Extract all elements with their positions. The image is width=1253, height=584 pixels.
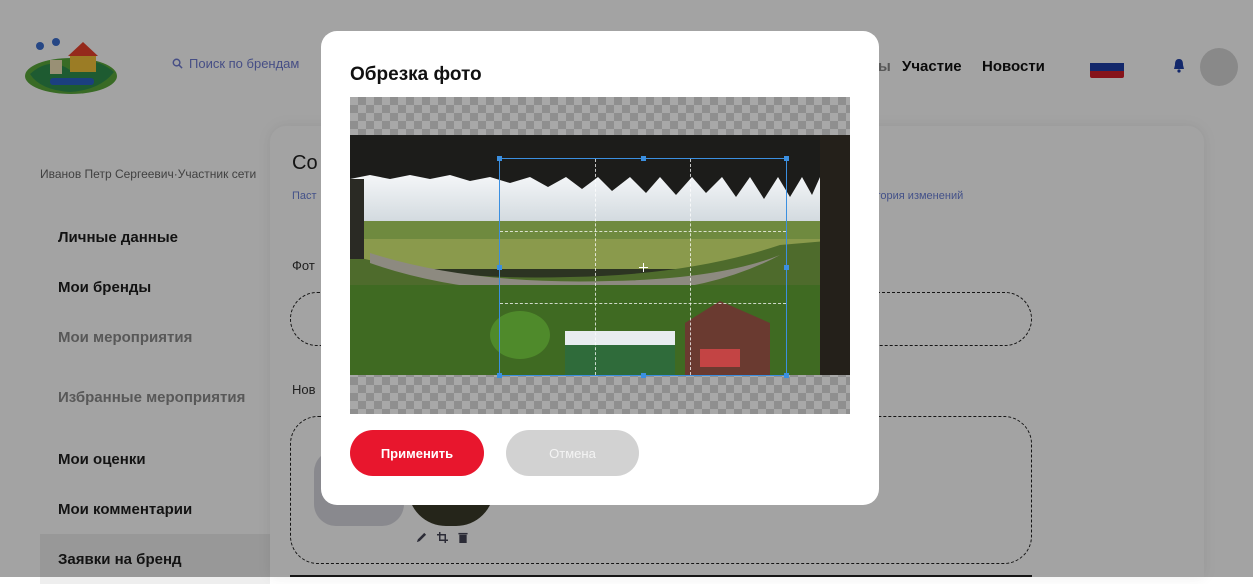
apply-button[interactable]: Применить [350, 430, 484, 476]
cancel-button[interactable]: Отмена [506, 430, 639, 476]
crop-handle-s[interactable] [641, 373, 646, 378]
crosshair-icon [639, 263, 648, 272]
crop-handle-n[interactable] [641, 156, 646, 161]
crop-handle-w[interactable] [497, 265, 502, 270]
crop-handle-sw[interactable] [497, 373, 502, 378]
modal-title: Обрезка фото [350, 64, 482, 85]
crop-handle-ne[interactable] [784, 156, 789, 161]
crop-handle-e[interactable] [784, 265, 789, 270]
crop-handle-nw[interactable] [497, 156, 502, 161]
crop-selection[interactable] [497, 156, 789, 378]
crop-handle-se[interactable] [784, 373, 789, 378]
crop-photo-modal: Обрезка фото Применить Отмена [321, 31, 879, 505]
crop-canvas[interactable] [350, 97, 850, 414]
